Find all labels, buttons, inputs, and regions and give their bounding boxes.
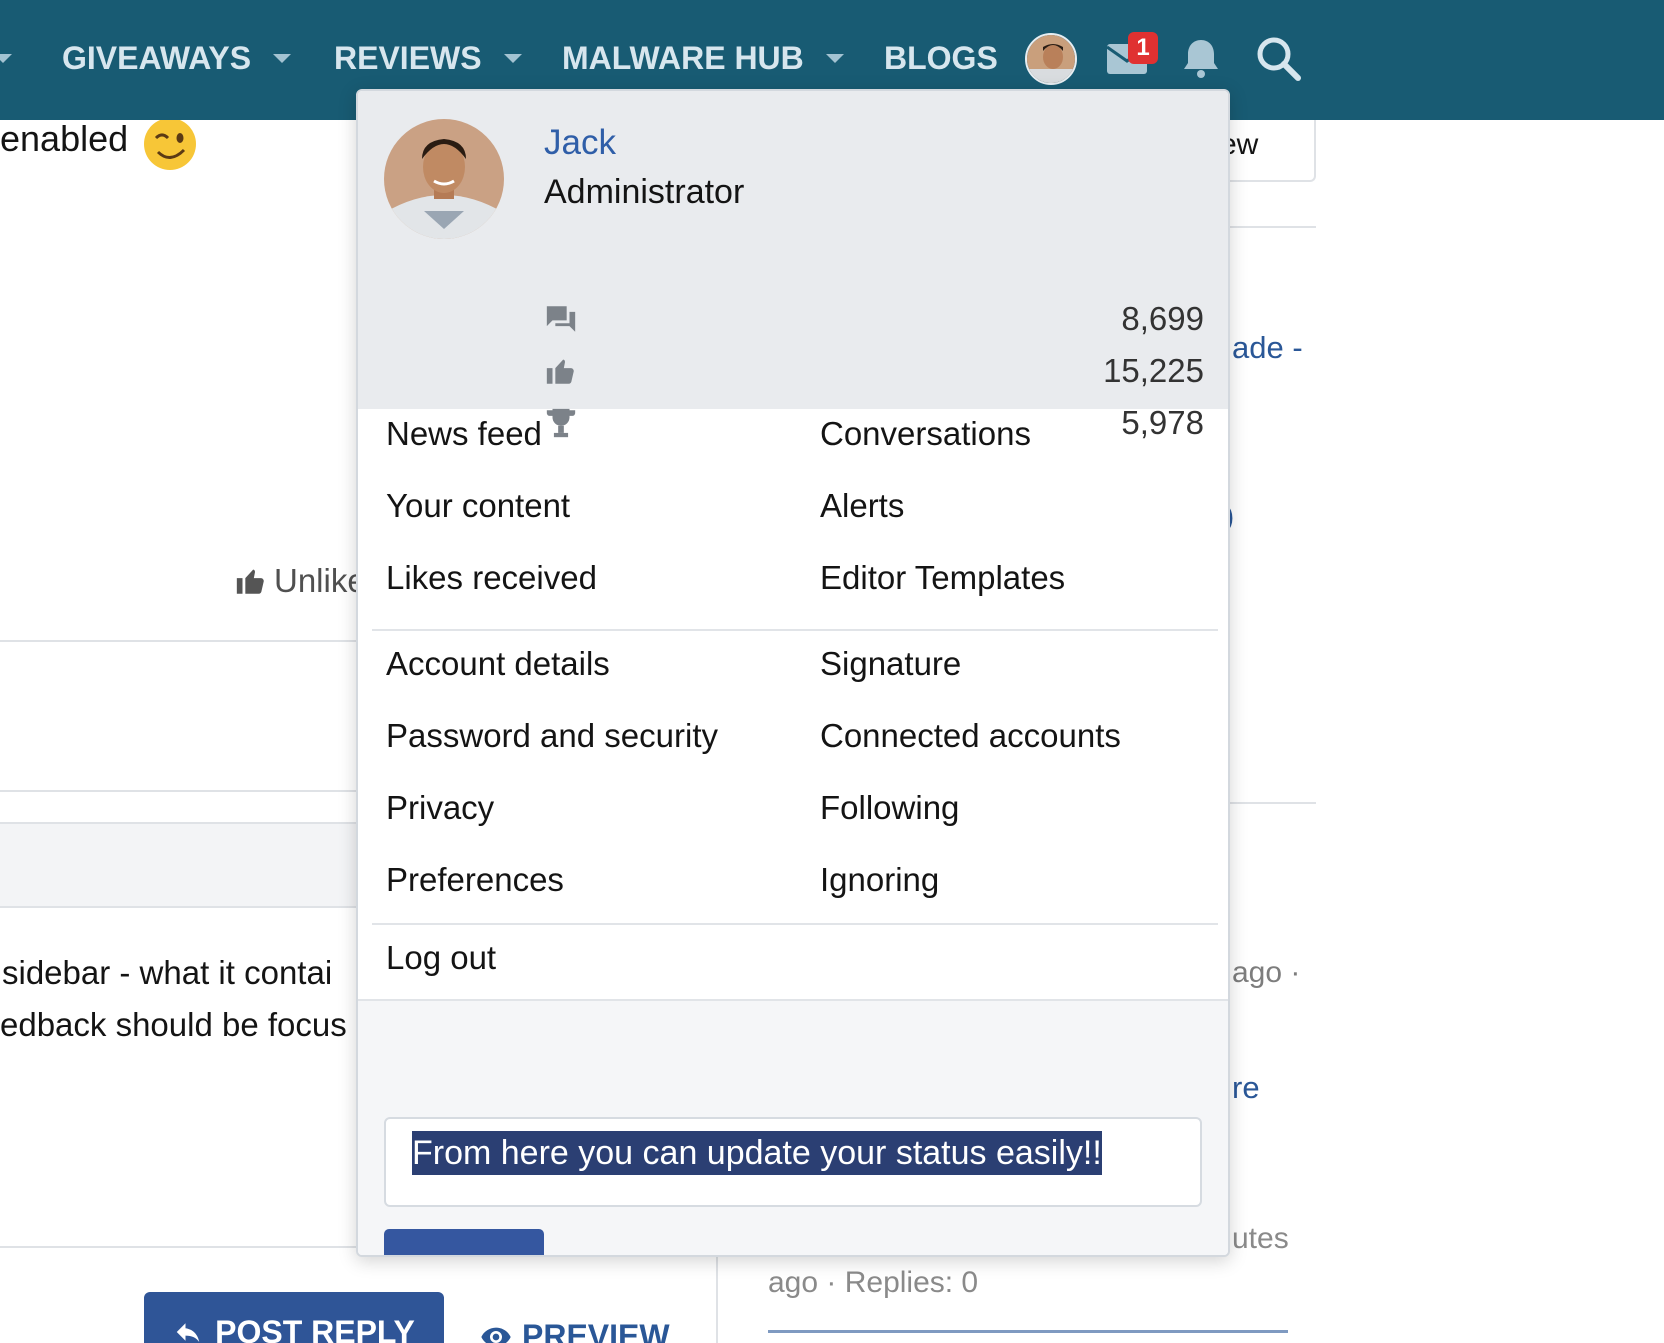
sidebar-link[interactable]: ade - [1232,330,1303,366]
nav-label: BLOGS [884,39,998,76]
trophy-icon [546,408,576,438]
menu-editor-templates[interactable]: Editor Templates [820,559,1065,597]
thumbs-up-icon [546,359,574,384]
nav-reviews[interactable]: REVIEWS [334,38,522,78]
menu-ignoring[interactable]: Ignoring [820,861,939,899]
stat-messages: 8,699 [544,299,1204,339]
menu-connected-accounts[interactable]: Connected accounts [820,717,1121,755]
column-divider [716,1250,718,1343]
sidebar-meta: utes [1232,1222,1289,1255]
menu-conversations[interactable]: Conversations [820,415,1031,453]
menu-signature[interactable]: Signature [820,645,961,683]
avatar[interactable] [1025,33,1077,85]
status-update-area: From here you can update your status eas… [358,999,1228,1255]
message-count-badge: 1 [1128,32,1158,64]
divider [1230,802,1316,804]
wink-emoji-icon [144,118,196,170]
menu-divider [372,923,1218,925]
post-reply-button[interactable]: POST REPLY [144,1292,444,1343]
reply-icon [176,1323,200,1342]
nav-blogs[interactable]: BLOGS [884,38,998,78]
divider [1230,226,1316,228]
account-header: Jack Administrator 8,699 15,225 5,978 [358,91,1228,441]
chevron-down-icon[interactable] [0,54,12,63]
eye-icon [481,1327,511,1343]
divider [0,906,360,908]
divider [0,790,360,792]
chevron-down-icon [503,53,522,63]
messages-count: 8,699 [1121,300,1204,337]
user-photo [384,119,504,239]
menu-your-content[interactable]: Your content [386,487,570,525]
user-photo [1027,35,1075,83]
post-text: edback should be focus [0,1006,347,1043]
sidebar-link[interactable]: re [1232,1070,1260,1106]
thumbs-up-icon [236,569,264,594]
preview-label: PREVIEW [522,1318,670,1343]
chevron-down-icon [273,53,292,63]
status-input[interactable]: From here you can update your status eas… [384,1117,1202,1207]
user-name-link[interactable]: Jack [544,123,616,163]
post-text: enabled [0,118,129,159]
preview-button[interactable]: PREVIEW [480,1318,670,1343]
chevron-down-icon [825,53,844,63]
trophy-points: 5,978 [1121,404,1204,441]
bell-icon[interactable] [1172,30,1230,88]
comments-icon [546,306,576,332]
post-text: sidebar - what it contai [2,954,333,991]
menu-privacy[interactable]: Privacy [386,789,494,827]
menu-divider [372,629,1218,631]
avatar[interactable] [384,119,504,239]
nav-label: MALWARE HUB [562,39,804,76]
divider [0,640,360,642]
likes-count: 15,225 [1103,352,1204,389]
status-text-selected: From here you can update your status eas… [412,1131,1102,1175]
menu-alerts[interactable]: Alerts [820,487,904,525]
menu-following[interactable]: Following [820,789,959,827]
account-menu: Jack Administrator 8,699 15,225 5,978 Ne… [356,89,1230,1257]
menu-preferences[interactable]: Preferences [386,861,564,899]
nav-label: GIVEAWAYS [62,39,252,76]
stat-likes: 15,225 [544,351,1204,391]
user-role: Administrator [544,173,745,211]
unlike-button[interactable]: Unlike [234,562,366,600]
menu-likes-received[interactable]: Likes received [386,559,597,597]
search-icon[interactable] [1250,30,1308,88]
truncated-link [768,1330,1288,1333]
nav-label: REVIEWS [334,39,482,76]
post-reply-label: POST REPLY [215,1313,415,1343]
nav-malware-hub[interactable]: MALWARE HUB [562,38,844,78]
divider [0,822,360,824]
post-status-button[interactable]: POST [384,1229,544,1255]
menu-password-security[interactable]: Password and security [386,717,718,755]
nav-giveaways[interactable]: GIVEAWAYS [62,38,292,78]
unlike-label: Unlike [274,562,366,599]
menu-account-details[interactable]: Account details [386,645,610,683]
sidebar-meta: ago · [1232,956,1301,989]
logout-link[interactable]: Log out [386,939,496,977]
menu-news-feed[interactable]: News feed [386,415,542,453]
thread-meta: ago · Replies: 0 [768,1266,979,1299]
post-header-band [0,824,360,906]
